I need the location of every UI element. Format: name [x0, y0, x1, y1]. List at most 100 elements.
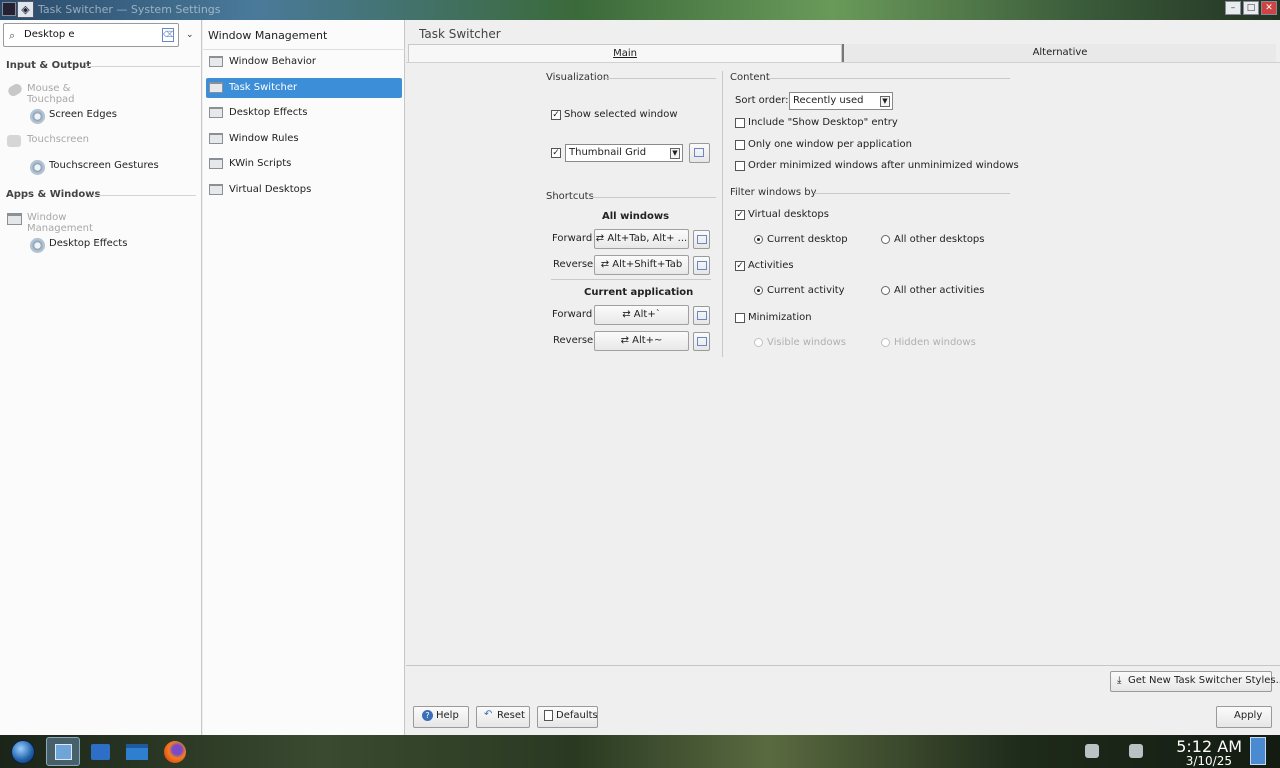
defaults-label: Defaults — [556, 710, 598, 721]
sidebar-item-screen-edges[interactable]: Screen Edges — [28, 107, 198, 127]
subcategory-item-task-switcher[interactable]: Task Switcher — [206, 78, 402, 98]
all-other-desktops-label: All other desktops — [894, 234, 985, 245]
show-selected-window-checkbox[interactable]: ✓ — [551, 110, 561, 120]
system-settings-icon: ◈ — [17, 1, 34, 18]
configure-icon — [694, 148, 704, 157]
firefox-icon — [164, 741, 186, 763]
group-divider — [592, 197, 716, 198]
subcategory-item-label: Desktop Effects — [229, 107, 308, 118]
hidden-windows-label: Hidden windows — [894, 337, 976, 348]
clock-date[interactable]: 3/10/25 — [1150, 754, 1232, 768]
subcategory-item-label: KWin Scripts — [229, 158, 292, 169]
search-menu-button[interactable]: ⌄ — [186, 30, 194, 40]
visible-windows-label: Visible windows — [767, 337, 846, 348]
taskbar-file-explorer[interactable] — [122, 737, 152, 766]
tab-label: Alternative — [1032, 47, 1088, 58]
help-label: Help — [436, 710, 459, 721]
tab-main[interactable]: Main — [408, 44, 842, 63]
maximize-button[interactable]: □ — [1243, 1, 1259, 15]
start-button[interactable] — [8, 737, 38, 766]
current-app-forward-shortcut[interactable]: ⇄ Alt+` — [594, 305, 689, 325]
sidebar-item-label: Screen Edges — [49, 109, 117, 120]
app-reverse-clear-button[interactable] — [693, 332, 710, 351]
show-desktop-button[interactable] — [1250, 737, 1266, 765]
hidden-windows-radio[interactable] — [881, 338, 890, 347]
sort-order-select[interactable]: Recently used ▼ — [789, 92, 893, 110]
download-icon: ⤓ — [1117, 675, 1122, 686]
help-button[interactable]: ? Help — [413, 706, 469, 728]
window-titlebar[interactable]: ◈ Task Switcher — System Settings – □ ✕ — [0, 0, 1280, 20]
defaults-button[interactable]: Defaults — [537, 706, 598, 728]
clear-search-icon[interactable]: ⌫ — [162, 28, 174, 42]
sidebar-item-label: Desktop Effects — [49, 238, 128, 249]
taskbar-firefox[interactable] — [160, 737, 190, 766]
column-divider — [722, 71, 723, 357]
help-icon: ? — [422, 710, 433, 721]
start-orb-icon — [11, 740, 35, 764]
app-forward-clear-button[interactable] — [693, 306, 710, 325]
all-reverse-clear-button[interactable] — [693, 256, 710, 275]
visualization-group-title: Visualization — [546, 72, 610, 83]
chevron-down-icon: ▼ — [670, 148, 680, 159]
tray-volume-icon[interactable] — [1129, 744, 1143, 758]
tab-body: Visualization ✓ Show selected window ✓ T… — [406, 62, 1280, 666]
category-divider — [92, 195, 196, 196]
tab-alternative[interactable]: Alternative — [842, 44, 1276, 63]
subcategory-item-label: Window Behavior — [229, 56, 317, 67]
one-window-per-app-checkbox[interactable] — [735, 140, 745, 150]
all-other-activities-radio[interactable] — [881, 286, 890, 295]
taskbar: 5:12 AM 3/10/25 — [0, 735, 1280, 768]
all-forward-clear-button[interactable] — [693, 230, 710, 249]
window-menu-icon[interactable] — [2, 2, 16, 16]
subcategory-item-window-behavior[interactable]: Window Behavior — [206, 52, 402, 72]
order-minimized-checkbox[interactable] — [735, 161, 745, 171]
visible-windows-radio[interactable] — [754, 338, 763, 347]
tray-network-icon[interactable] — [1085, 744, 1099, 758]
taskbar-store[interactable] — [86, 737, 116, 766]
document-icon — [544, 710, 553, 721]
apply-button[interactable]: Apply — [1216, 706, 1272, 728]
include-show-desktop-checkbox[interactable] — [735, 118, 745, 128]
include-show-desktop-label: Include "Show Desktop" entry — [748, 117, 898, 128]
window-icon — [209, 107, 223, 118]
all-windows-reverse-shortcut[interactable]: ⇄ Alt+Shift+Tab — [594, 255, 689, 275]
group-divider — [814, 193, 1010, 194]
all-windows-forward-shortcut[interactable]: ⇄ Alt+Tab, Alt+ ... — [594, 229, 689, 249]
current-activity-radio[interactable] — [754, 286, 763, 295]
gear-icon — [30, 238, 45, 253]
show-selected-window-label: Show selected window — [564, 109, 678, 120]
activities-checkbox[interactable]: ✓ — [735, 261, 745, 271]
subcategory-item-desktop-effects[interactable]: Desktop Effects — [206, 103, 402, 123]
app-forward-label: Forward — [552, 309, 593, 320]
subcategory-item-virtual-desktops[interactable]: Virtual Desktops — [206, 180, 402, 200]
subcategory-item-kwin-scripts[interactable]: KWin Scripts — [206, 154, 402, 174]
minimization-label: Minimization — [748, 312, 812, 323]
all-forward-label: Forward — [552, 233, 593, 244]
search-field[interactable]: ⌕ Desktop e ⌫ — [3, 23, 179, 47]
sidebar-item-touchscreen-gestures[interactable]: Touchscreen Gestures — [28, 158, 198, 178]
layout-select[interactable]: Thumbnail Grid ▼ — [565, 144, 683, 162]
minimization-checkbox[interactable] — [735, 313, 745, 323]
get-new-styles-button[interactable]: ⤓ Get New Task Switcher Styles... — [1110, 671, 1280, 692]
system-settings-window: ⌕ Desktop e ⌫ ⌄ Input & Output Mouse & T… — [0, 20, 1280, 735]
search-input[interactable]: Desktop e — [24, 29, 75, 40]
layout-configure-button[interactable] — [689, 143, 710, 163]
taskbar-system-settings[interactable] — [46, 737, 80, 766]
current-app-reverse-shortcut[interactable]: ⇄ Alt+~ — [594, 331, 689, 351]
reset-button[interactable]: ↶ Reset — [476, 706, 530, 728]
virtual-desktops-checkbox[interactable]: ✓ — [735, 210, 745, 220]
sidebar-item-desktop-effects[interactable]: Desktop Effects — [28, 236, 198, 256]
page-title: Task Switcher — [419, 27, 501, 41]
kde-settings-icon — [55, 744, 72, 760]
subcategory-item-window-rules[interactable]: Window Rules — [206, 129, 402, 149]
reset-icon: ↶ — [484, 709, 493, 720]
shortcuts-group-title: Shortcuts — [546, 191, 594, 202]
apply-label: Apply — [1234, 710, 1263, 721]
close-button[interactable]: ✕ — [1261, 1, 1277, 15]
minimize-button[interactable]: – — [1225, 1, 1241, 15]
subcategory-item-label: Virtual Desktops — [229, 184, 312, 195]
all-other-activities-label: All other activities — [894, 285, 985, 296]
all-other-desktops-radio[interactable] — [881, 235, 890, 244]
current-desktop-radio[interactable] — [754, 235, 763, 244]
layout-enabled-checkbox[interactable]: ✓ — [551, 148, 561, 158]
